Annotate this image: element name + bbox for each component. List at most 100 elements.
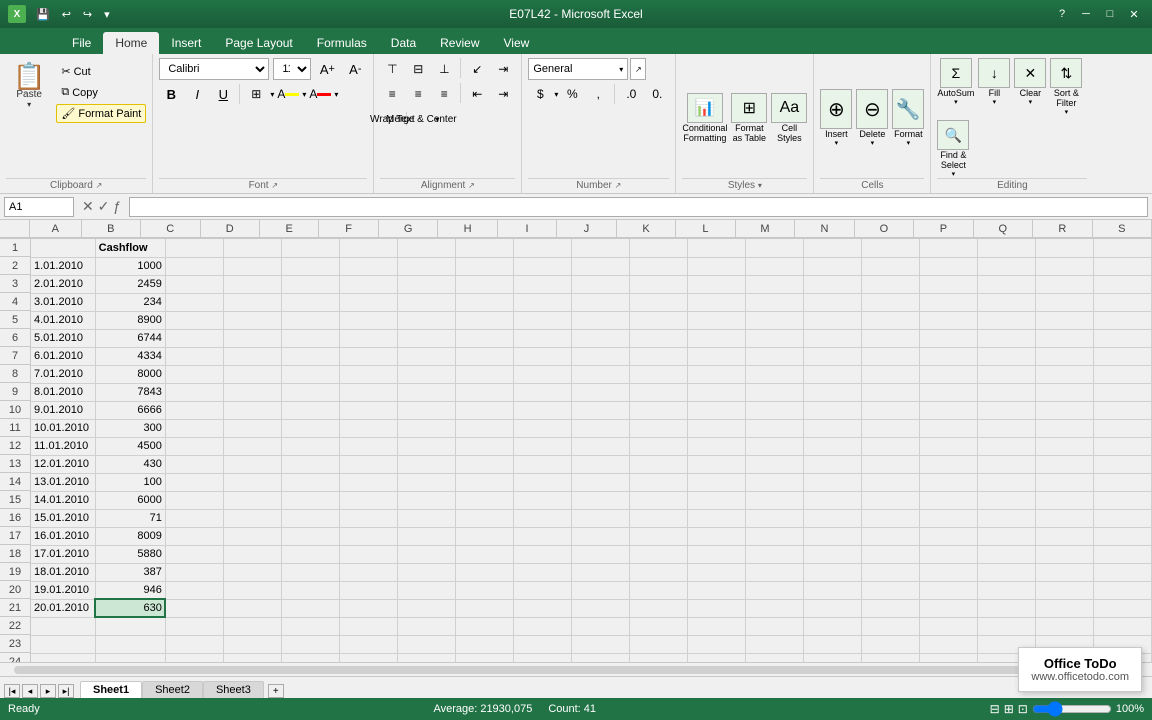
cell-B18[interactable]: 5880 xyxy=(95,545,165,563)
cell-I15[interactable] xyxy=(513,491,571,509)
cell-N15[interactable] xyxy=(803,491,861,509)
cell-I1[interactable] xyxy=(513,239,571,257)
cell-M23[interactable] xyxy=(745,635,803,653)
cell-D3[interactable] xyxy=(223,275,281,293)
cell-L18[interactable] xyxy=(687,545,745,563)
comma-button[interactable]: , xyxy=(586,83,610,105)
cell-C1[interactable] xyxy=(165,239,223,257)
customize-button[interactable]: ▾ xyxy=(100,6,114,23)
cell-I9[interactable] xyxy=(513,383,571,401)
cell-F10[interactable] xyxy=(339,401,397,419)
cell-A15[interactable]: 14.01.2010 xyxy=(31,491,95,509)
cell-R6[interactable] xyxy=(1035,329,1093,347)
decrease-decimal-button[interactable]: 0. xyxy=(645,83,669,105)
cell-D23[interactable] xyxy=(223,635,281,653)
cell-S12[interactable] xyxy=(1093,437,1151,455)
cell-G20[interactable] xyxy=(397,581,455,599)
cell-A16[interactable]: 15.01.2010 xyxy=(31,509,95,527)
cell-I8[interactable] xyxy=(513,365,571,383)
row-header-14[interactable]: 14 xyxy=(0,473,30,491)
sheet-nav-last[interactable]: ▸| xyxy=(58,684,74,698)
cell-J15[interactable] xyxy=(571,491,629,509)
cell-I3[interactable] xyxy=(513,275,571,293)
col-header-A[interactable]: A xyxy=(30,220,82,238)
close-button[interactable]: ✕ xyxy=(1124,6,1144,22)
cell-P6[interactable] xyxy=(919,329,977,347)
cell-C20[interactable] xyxy=(165,581,223,599)
cell-D11[interactable] xyxy=(223,419,281,437)
cell-G21[interactable] xyxy=(397,599,455,617)
cell-R11[interactable] xyxy=(1035,419,1093,437)
cell-P11[interactable] xyxy=(919,419,977,437)
sheet-tab-sheet1[interactable]: Sheet1 xyxy=(80,681,142,698)
cell-D8[interactable] xyxy=(223,365,281,383)
cell-B2[interactable]: 1000 xyxy=(95,257,165,275)
cell-B13[interactable]: 430 xyxy=(95,455,165,473)
paste-dropdown[interactable]: ▾ xyxy=(27,100,31,109)
cell-H24[interactable] xyxy=(455,653,513,662)
cell-O6[interactable] xyxy=(861,329,919,347)
cell-H4[interactable] xyxy=(455,293,513,311)
italic-button[interactable]: I xyxy=(185,83,209,105)
cell-L14[interactable] xyxy=(687,473,745,491)
delete-cells-button[interactable]: ⊖ Delete ▾ xyxy=(856,89,888,147)
cell-G1[interactable] xyxy=(397,239,455,257)
merge-dropdown[interactable]: ▾ xyxy=(435,115,439,124)
indent-button[interactable]: ⇥ xyxy=(491,58,515,80)
align-top-button[interactable]: ⊤ xyxy=(380,58,404,80)
align-right-button[interactable]: ≡ xyxy=(432,83,456,105)
tab-review[interactable]: Review xyxy=(428,32,491,54)
cell-P10[interactable] xyxy=(919,401,977,419)
cell-F21[interactable] xyxy=(339,599,397,617)
cell-A12[interactable]: 11.01.2010 xyxy=(31,437,95,455)
cell-E18[interactable] xyxy=(281,545,339,563)
cell-S17[interactable] xyxy=(1093,527,1151,545)
font-size-select[interactable]: 11 xyxy=(273,58,311,80)
cell-C17[interactable] xyxy=(165,527,223,545)
sheet-nav-prev[interactable]: ◂ xyxy=(22,684,38,698)
cell-G6[interactable] xyxy=(397,329,455,347)
cell-P24[interactable] xyxy=(919,653,977,662)
cell-D9[interactable] xyxy=(223,383,281,401)
cell-E9[interactable] xyxy=(281,383,339,401)
cell-P17[interactable] xyxy=(919,527,977,545)
cell-F11[interactable] xyxy=(339,419,397,437)
cell-A6[interactable]: 5.01.2010 xyxy=(31,329,95,347)
cell-D24[interactable] xyxy=(223,653,281,662)
cell-C2[interactable] xyxy=(165,257,223,275)
cell-I21[interactable] xyxy=(513,599,571,617)
cell-K7[interactable] xyxy=(629,347,687,365)
tab-file[interactable]: File xyxy=(60,32,103,54)
cell-K8[interactable] xyxy=(629,365,687,383)
cell-P18[interactable] xyxy=(919,545,977,563)
tab-insert[interactable]: Insert xyxy=(159,32,213,54)
cell-R21[interactable] xyxy=(1035,599,1093,617)
cell-I14[interactable] xyxy=(513,473,571,491)
cell-L15[interactable] xyxy=(687,491,745,509)
cell-H5[interactable] xyxy=(455,311,513,329)
cell-G23[interactable] xyxy=(397,635,455,653)
cell-L2[interactable] xyxy=(687,257,745,275)
row-header-6[interactable]: 6 xyxy=(0,329,30,347)
cell-O4[interactable] xyxy=(861,293,919,311)
cell-F2[interactable] xyxy=(339,257,397,275)
cell-H7[interactable] xyxy=(455,347,513,365)
cell-Q21[interactable] xyxy=(977,599,1035,617)
cell-E22[interactable] xyxy=(281,617,339,635)
col-header-Q[interactable]: Q xyxy=(974,220,1033,238)
cell-M6[interactable] xyxy=(745,329,803,347)
sheet-tab-sheet2[interactable]: Sheet2 xyxy=(142,681,203,698)
help-button[interactable]: ? xyxy=(1052,6,1072,22)
cell-O5[interactable] xyxy=(861,311,919,329)
cell-F15[interactable] xyxy=(339,491,397,509)
cell-G9[interactable] xyxy=(397,383,455,401)
cell-D13[interactable] xyxy=(223,455,281,473)
cell-A18[interactable]: 17.01.2010 xyxy=(31,545,95,563)
cell-H1[interactable] xyxy=(455,239,513,257)
cell-O9[interactable] xyxy=(861,383,919,401)
cell-P8[interactable] xyxy=(919,365,977,383)
cell-K19[interactable] xyxy=(629,563,687,581)
cell-L3[interactable] xyxy=(687,275,745,293)
cell-M7[interactable] xyxy=(745,347,803,365)
cell-K22[interactable] xyxy=(629,617,687,635)
